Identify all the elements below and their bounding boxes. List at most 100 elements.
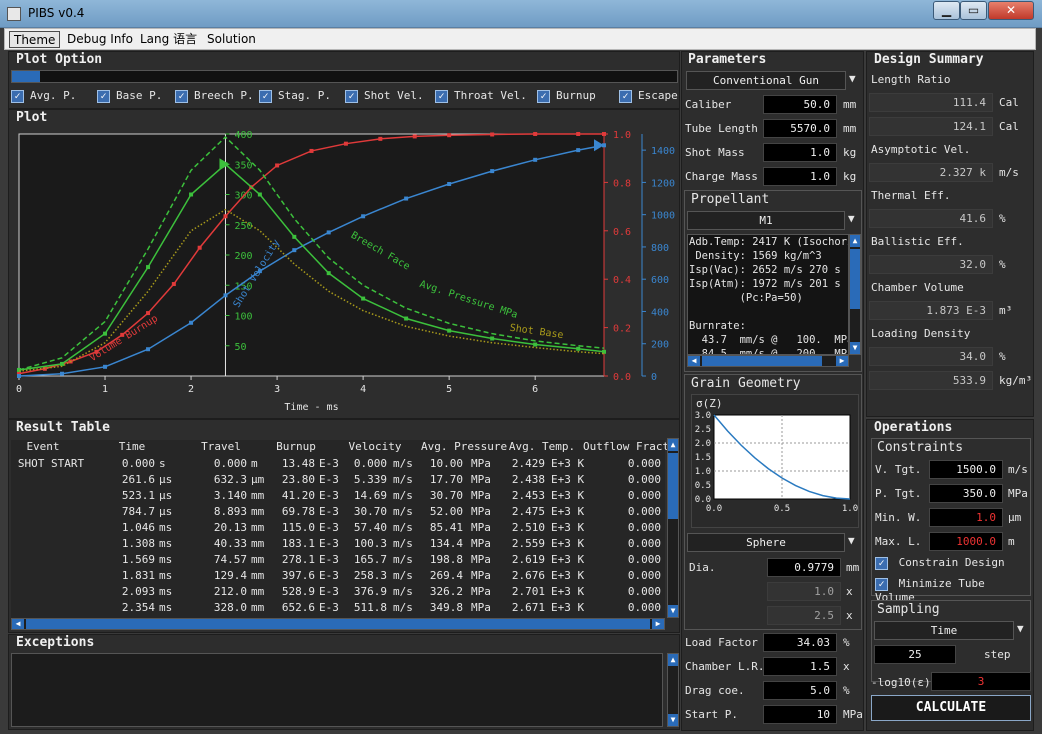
load-factor-input[interactable]: 34.03 <box>763 633 837 652</box>
plot-check-throat-vel[interactable]: ✓ Throat Vel. <box>435 89 527 103</box>
exc-down-icon[interactable]: ▼ <box>668 714 678 726</box>
ratio2-input[interactable]: 2.5 <box>767 606 841 625</box>
table-header-cell[interactable]: Time <box>107 440 157 453</box>
series-point <box>146 347 151 352</box>
table-cell: SHOT START <box>17 457 85 470</box>
propellant-hscroll[interactable]: ◀ ▶ <box>687 355 849 367</box>
v-tgt-input[interactable]: 1500.0 <box>929 460 1003 479</box>
table-header-cell[interactable]: Avg. Temp. <box>507 440 577 453</box>
shot-mass-label: Shot Mass <box>685 146 745 159</box>
sampling-chevron-down-icon[interactable]: ▼ <box>1017 622 1024 635</box>
drag-coe-label: Drag coe. <box>685 684 745 697</box>
table-cell: 1.569 <box>121 553 155 566</box>
tolerance-input[interactable]: 3 <box>931 672 1031 691</box>
check-icon: ✓ <box>345 89 358 103</box>
start-p-input[interactable]: 10 <box>763 705 837 724</box>
caliber-input[interactable]: 50.0 <box>763 95 837 114</box>
series-point <box>146 311 151 316</box>
exc-up-icon[interactable]: ▲ <box>668 654 678 666</box>
chamber-lr-input[interactable]: 1.5 <box>763 657 837 676</box>
plot-check-shot-vel[interactable]: ✓ Shot Vel. <box>345 89 424 103</box>
table-header-cell[interactable]: Avg. Pressure <box>421 440 507 453</box>
menu-debug-info[interactable]: Debug Info <box>63 31 137 48</box>
table-vscroll[interactable]: ▲ ▼ <box>667 438 679 618</box>
main-chart: 0 1 2 3 4 5 6Time - ms501001502002503003504000… <box>16 130 675 413</box>
table-cell: 326.2 <box>429 585 463 598</box>
p-tgt-unit: MPa <box>1008 487 1028 500</box>
table-header-cell[interactable]: Outflow Fract <box>583 440 669 453</box>
constrain-design-checkbox[interactable]: ✓ Constrain Design <box>875 556 1005 570</box>
charge-mass-input[interactable]: 1.0 <box>763 167 837 186</box>
sampling-mode-select[interactable]: Time <box>874 621 1014 640</box>
table-cell: mm <box>251 521 265 534</box>
table-cell: E-3 <box>319 569 339 582</box>
propellant-select[interactable]: M1 <box>687 211 845 230</box>
max-l-input[interactable]: 1000.0 <box>929 532 1003 551</box>
plot-check-burnup[interactable]: ✓ Burnup <box>537 89 596 103</box>
hscroll-left-icon[interactable]: ◀ <box>12 619 24 629</box>
plot-check-escape[interactable]: ✓ Escape <box>619 89 678 103</box>
close-button[interactable]: ✕ <box>988 1 1034 20</box>
menu-theme[interactable]: Theme <box>9 31 61 48</box>
exceptions-vscroll[interactable]: ▲ ▼ <box>667 653 679 727</box>
vscroll-thumb[interactable] <box>668 453 678 519</box>
table-hscroll[interactable]: ◀ ▶ <box>11 618 665 630</box>
grain-shape-chevron-down-icon[interactable]: ▼ <box>848 534 855 547</box>
propellant-vscroll[interactable]: ▲ ▼ <box>849 234 861 355</box>
table-cell: m/s <box>393 569 413 582</box>
maximize-button[interactable]: ▭ <box>960 1 987 20</box>
menu-solution[interactable]: Solution <box>203 31 260 48</box>
exceptions-log[interactable] <box>11 653 663 727</box>
steps-input[interactable]: 25 <box>874 645 956 664</box>
grain-geometry-title: Grain Geometry <box>691 376 801 391</box>
series-point <box>412 134 417 139</box>
table-header-cell[interactable]: Event <box>13 440 73 453</box>
prop-right-icon[interactable]: ▶ <box>836 356 848 366</box>
propellant-chevron-down-icon[interactable]: ▼ <box>848 212 855 225</box>
hscroll-right-icon[interactable]: ▶ <box>652 619 664 629</box>
hscroll-thumb[interactable] <box>26 619 650 629</box>
tube-length-input[interactable]: 5570.0 <box>763 119 837 138</box>
plot-option-title: Plot Option <box>16 52 103 67</box>
table-header-cell[interactable]: Travel <box>191 440 251 453</box>
prop-vscroll-thumb[interactable] <box>850 249 860 309</box>
gun-type-chevron-down-icon[interactable]: ▼ <box>849 72 856 85</box>
vscroll-down-icon[interactable]: ▼ <box>668 605 678 617</box>
prop-hscroll-thumb[interactable] <box>702 356 822 366</box>
table-cell: 10.00 <box>429 457 463 470</box>
table-cell: MPa <box>471 537 491 550</box>
ratio1-input[interactable]: 1.0 <box>767 582 841 601</box>
x-tick-label: 6 <box>532 384 538 395</box>
plot-panel: Plot 0 1 2 3 4 5 6 Time - ms 50 100 150 200 250 300 35… <box>8 109 680 419</box>
plot-check-breech-p[interactable]: ✓ Breech P. <box>175 89 254 103</box>
v-tgt-label: V. Tgt. <box>875 463 922 476</box>
prop-up-icon[interactable]: ▲ <box>850 235 860 247</box>
shot-mass-input[interactable]: 1.0 <box>763 143 837 162</box>
vscroll-up-icon[interactable]: ▲ <box>668 439 678 451</box>
table-cell: 0.000 <box>627 473 661 486</box>
table-header-cell[interactable]: Burnup <box>271 440 321 453</box>
plot-check-stag-p[interactable]: ✓ Stag. P. <box>259 89 331 103</box>
grain-shape-select[interactable]: Sphere <box>687 533 845 552</box>
plot-check-label: Breech P. <box>194 89 254 102</box>
y-tick-label-burnup: 0.0 <box>613 372 631 383</box>
plot-check-base-p[interactable]: ✓ Base P. <box>97 89 162 103</box>
table-header-cell[interactable]: Velocity <box>345 440 405 453</box>
calculate-button[interactable]: CALCULATE <box>871 695 1031 721</box>
series-point <box>404 316 409 321</box>
gun-type-select[interactable]: Conventional Gun <box>686 71 846 90</box>
p-tgt-input[interactable]: 350.0 <box>929 484 1003 503</box>
prop-left-icon[interactable]: ◀ <box>688 356 700 366</box>
prop-down-icon[interactable]: ▼ <box>850 342 860 354</box>
sigma-y-tick: 2.5 <box>695 425 711 435</box>
menu-lang[interactable]: Lang 语言 <box>136 31 201 48</box>
table-cell: MPa <box>471 553 491 566</box>
minimize-button[interactable]: ▁ <box>933 1 960 20</box>
plot-check-avg-p[interactable]: ✓ Avg. P. <box>11 89 76 103</box>
dia-input[interactable]: 0.9779 <box>767 558 841 577</box>
table-cell: mm <box>251 585 265 598</box>
table-cell: μs <box>159 505 173 518</box>
drag-coe-input[interactable]: 5.0 <box>763 681 837 700</box>
table-cell: μm <box>251 473 265 486</box>
min-w-input[interactable]: 1.0 <box>929 508 1003 527</box>
